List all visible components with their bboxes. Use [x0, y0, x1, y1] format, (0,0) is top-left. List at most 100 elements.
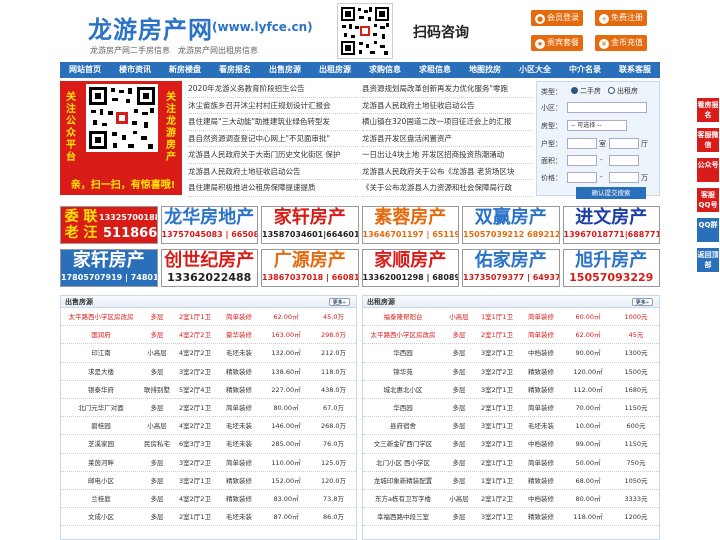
listing-row[interactable]: 锦华苑 多层 3室2厅2卫 精致装修 120.00㎡ 1500元 [363, 363, 659, 381]
fangxing-select[interactable]: -- 可选择 -- [567, 120, 627, 131]
sidebar-button[interactable]: 返回顶部 [697, 248, 719, 272]
agency-ad[interactable]: 素蓉房产 13646701197 | 651197 [361, 206, 459, 244]
listing-row[interactable]: 国润府 多层 4室2厅2卫 豪华装修 163.00㎡ 298.0万 [61, 326, 356, 345]
member-login-button[interactable]: ● 会员登录 [531, 10, 583, 26]
listing-row[interactable]: 太平路西小学区房改房 多层 2室1厅1卫 简单装修 62.00㎡ 45.0万 [61, 308, 356, 327]
sidebar-button[interactable]: 客服微信 [697, 128, 719, 152]
radio-second-hand[interactable] [571, 87, 578, 94]
listing-name[interactable]: 县府宿舍 [363, 417, 443, 434]
sidebar-button[interactable]: 公众号 [697, 158, 719, 182]
news-link[interactable]: 横山镇在320国道二改一项目征迁会上的汇报 [362, 114, 532, 131]
listing-row[interactable]: 兰桂庭 多层 4室2厅2卫 精致装修 83.00㎡ 73.8万 [61, 490, 356, 509]
agency-ad[interactable]: 进文房产 13967018771|688771 [562, 206, 660, 244]
listing-name[interactable]: 龙城印象新精装配置 [363, 472, 443, 489]
agency-ad[interactable]: 家顺房产 13362001298 | 680890 [361, 249, 459, 287]
listing-name[interactable]: 福泰隆帮阳台 [363, 308, 443, 325]
listing-row[interactable]: 邮电小区 多层 3室2厅1卫 精致装修 152.00㎡ 120.0万 [61, 472, 356, 490]
nav-item[interactable]: 出售房源 [260, 62, 310, 78]
nav-item[interactable]: 小区大全 [510, 62, 560, 78]
news-link[interactable]: 《关于公布龙游县人力资源和社会保障局行政 [362, 180, 532, 197]
listing-row[interactable]: 芝溪家园 民房私宅 6室3厅3卫 毛坯未装 285.00㎡ 76.0万 [61, 435, 356, 454]
rent-more-link[interactable]: 更多» [631, 298, 653, 306]
listing-name[interactable]: 锦华苑 [363, 363, 443, 380]
listing-row[interactable]: 太平路西小学区房改房 多层 2室1厅1卫 简单装修 62.00㎡ 45元 [363, 326, 659, 345]
listing-row[interactable]: 北门小区 西小学区 多层 2室1厅1卫 简单装修 50.00㎡ 750元 [363, 454, 659, 472]
listing-name[interactable]: 求是大楼 [61, 363, 141, 380]
free-register-button[interactable]: + 免费注册 [595, 10, 647, 26]
agency-ad[interactable]: 家轩房产 13587034601|664601 [261, 206, 359, 244]
listing-row[interactable]: 北门元华厂对面 多层 2室2厅1卫 简单装修 80.00㎡ 67.0万 [61, 399, 356, 418]
nav-item[interactable]: 求租信息 [410, 62, 460, 78]
news-link[interactable]: 龙游县人民政府关于大南门历史文化街区 保护 [188, 147, 358, 164]
nav-item[interactable]: 出租房源 [310, 62, 360, 78]
listing-name[interactable]: 邮电小区 [61, 472, 141, 489]
site-logo-title[interactable]: 龙游房产网 [88, 10, 213, 45]
listing-row[interactable]: 莱茵河畔 多层 3室2厅2卫 简单装修 110.00㎡ 125.0万 [61, 454, 356, 472]
search-submit-button[interactable]: 确认提交搜索 [576, 187, 646, 199]
listing-row[interactable]: 文三新金矿西门学区 多层 3室2厅1卫 中档装修 99.00㎡ 1150元 [363, 435, 659, 454]
news-link[interactable]: 龙游县人民政府关于公布《龙游县 老货场区块 [362, 164, 532, 180]
listing-row[interactable]: 印江南 小高层 4室2厅2卫 毛坯未装 132.00㎡ 212.0万 [61, 344, 356, 363]
nav-item[interactable]: 网站首页 [60, 62, 110, 78]
area-min-input[interactable] [567, 155, 597, 166]
news-link[interactable]: 县住建局"三大动能"助推建筑业绿色转型发 [188, 114, 358, 131]
huxing-hall-select[interactable] [609, 138, 639, 149]
listing-name[interactable]: 幸福西路中段三室 [363, 508, 443, 525]
price-max-input[interactable] [609, 172, 639, 183]
listing-name[interactable]: 国润府 [61, 326, 141, 343]
sidebar-button[interactable]: 客服QQ号 [697, 188, 719, 212]
agency-ad[interactable]: 广源房产 13867037018 | 660818 [261, 249, 359, 287]
listing-name[interactable]: 北门小区 西小学区 [363, 454, 443, 471]
nav-item[interactable]: 中介名录 [560, 62, 610, 78]
listing-name[interactable]: 兰桂庭 [61, 490, 141, 507]
listing-name[interactable]: 北门元华厂对面 [61, 399, 141, 416]
agency-ad[interactable]: 旭升房产 15057093229 [562, 249, 660, 287]
listing-row[interactable]: 华西园 多层 3室2厅1卫 中档装修 90.00㎡ 1300元 [363, 344, 659, 363]
agency-ad[interactable]: 龙华房地产 13757045083 | 665083 [160, 206, 258, 244]
news-link[interactable]: 2020年龙游义务教育阶段招生公告 [188, 81, 358, 98]
listing-name[interactable]: 太平路西小学区房改房 [61, 308, 141, 325]
news-link[interactable]: 县资源规划局改革创新再发力优化服务"零跑 [362, 81, 532, 98]
news-link[interactable]: 龙游县人民政府土地征收启动公告 [188, 164, 358, 180]
listing-name[interactable]: 华西园 [363, 344, 443, 361]
news-link[interactable]: 一日出让4块土地 开发区招商投资热潮涌动 [362, 147, 532, 164]
listing-name[interactable]: 碧桂园 [61, 417, 141, 434]
agency-ad[interactable]: 家轩房产 17805707919 | 748019 [60, 249, 158, 287]
listing-name[interactable]: 印江南 [61, 344, 141, 361]
listing-row[interactable]: 幸福西路中段三室 多层 3室2厅1卫 精致装修 118.00㎡ 1200元 [363, 508, 659, 527]
radio-rent[interactable] [608, 87, 615, 94]
news-link[interactable]: 县住建局积极推进公租房保障提速提质 [188, 180, 358, 197]
news-link[interactable]: 龙游县人民政府土地征收启动公告 [362, 98, 532, 114]
listing-row[interactable]: 银泰华府 联排别墅 5室2厅4卫 精致装修 227.00㎡ 438.0万 [61, 381, 356, 399]
listing-row[interactable]: 碧桂园 小高层 4室2厅2卫 毛坯未装 146.00㎡ 268.0万 [61, 417, 356, 436]
coin-recharge-button[interactable]: ¥ 金币充值 [595, 35, 647, 51]
agency-ad[interactable]: 双赢房产 15057039212 689212 [462, 206, 560, 244]
news-link[interactable]: 县自然资源调查登记中心网上"不见面审批" [188, 131, 358, 147]
agency-ad[interactable]: 创世纪房产 13362022488 [160, 249, 258, 287]
listing-name[interactable]: 东方a栋有卫写字楼 [363, 490, 443, 507]
agency-ad[interactable]: 佑家房产 13735079377 | 649377 [462, 249, 560, 287]
listing-name[interactable]: 华西园 [363, 399, 443, 416]
listing-row[interactable]: 福泰隆帮阳台 小高层 1室1厅1卫 简单装修 60.00㎡ 1000元 [363, 308, 659, 327]
news-link[interactable]: 沐尘畲族乡召开沐尘村村庄规划设计汇报会 [188, 98, 358, 114]
listing-row[interactable]: 城北惠北小区 多层 3室2厅1卫 精致装修 112.00㎡ 1680元 [363, 381, 659, 399]
xiaoqu-input[interactable] [567, 102, 647, 113]
listing-name[interactable]: 芝溪家园 [61, 435, 141, 452]
listing-name[interactable]: 银泰华府 [61, 381, 141, 398]
price-min-input[interactable] [567, 172, 597, 183]
sale-more-link[interactable]: 更多» [328, 298, 350, 306]
vip-package-button[interactable]: ★ 贵宾套餐 [531, 35, 583, 51]
listing-row[interactable]: 县府宿舍 多层 3室1厅1卫 毛坯未装 10.00㎡ 600元 [363, 417, 659, 436]
listing-name[interactable]: 城北惠北小区 [363, 381, 443, 398]
huxing-room-select[interactable] [567, 138, 597, 149]
nav-item[interactable]: 地图找房 [460, 62, 510, 78]
nav-item[interactable]: 新房楼盘 [160, 62, 210, 78]
nav-item[interactable]: 看房报名 [210, 62, 260, 78]
news-link[interactable]: 龙游县开发区盘活闲置资产 [362, 131, 532, 147]
sidebar-button[interactable]: QQ群 [697, 218, 719, 242]
listing-row[interactable]: 文成小区 多层 2室1厅1卫 毛坯未装 87.00㎡ 86.0万 [61, 508, 356, 527]
nav-item[interactable]: 求购信息 [360, 62, 410, 78]
listing-row[interactable]: 求是大楼 多层 3室2厅2卫 精致装修 138.60㎡ 118.0万 [61, 363, 356, 381]
nav-item[interactable]: 联系客服 [610, 62, 660, 78]
area-max-input[interactable] [609, 155, 639, 166]
